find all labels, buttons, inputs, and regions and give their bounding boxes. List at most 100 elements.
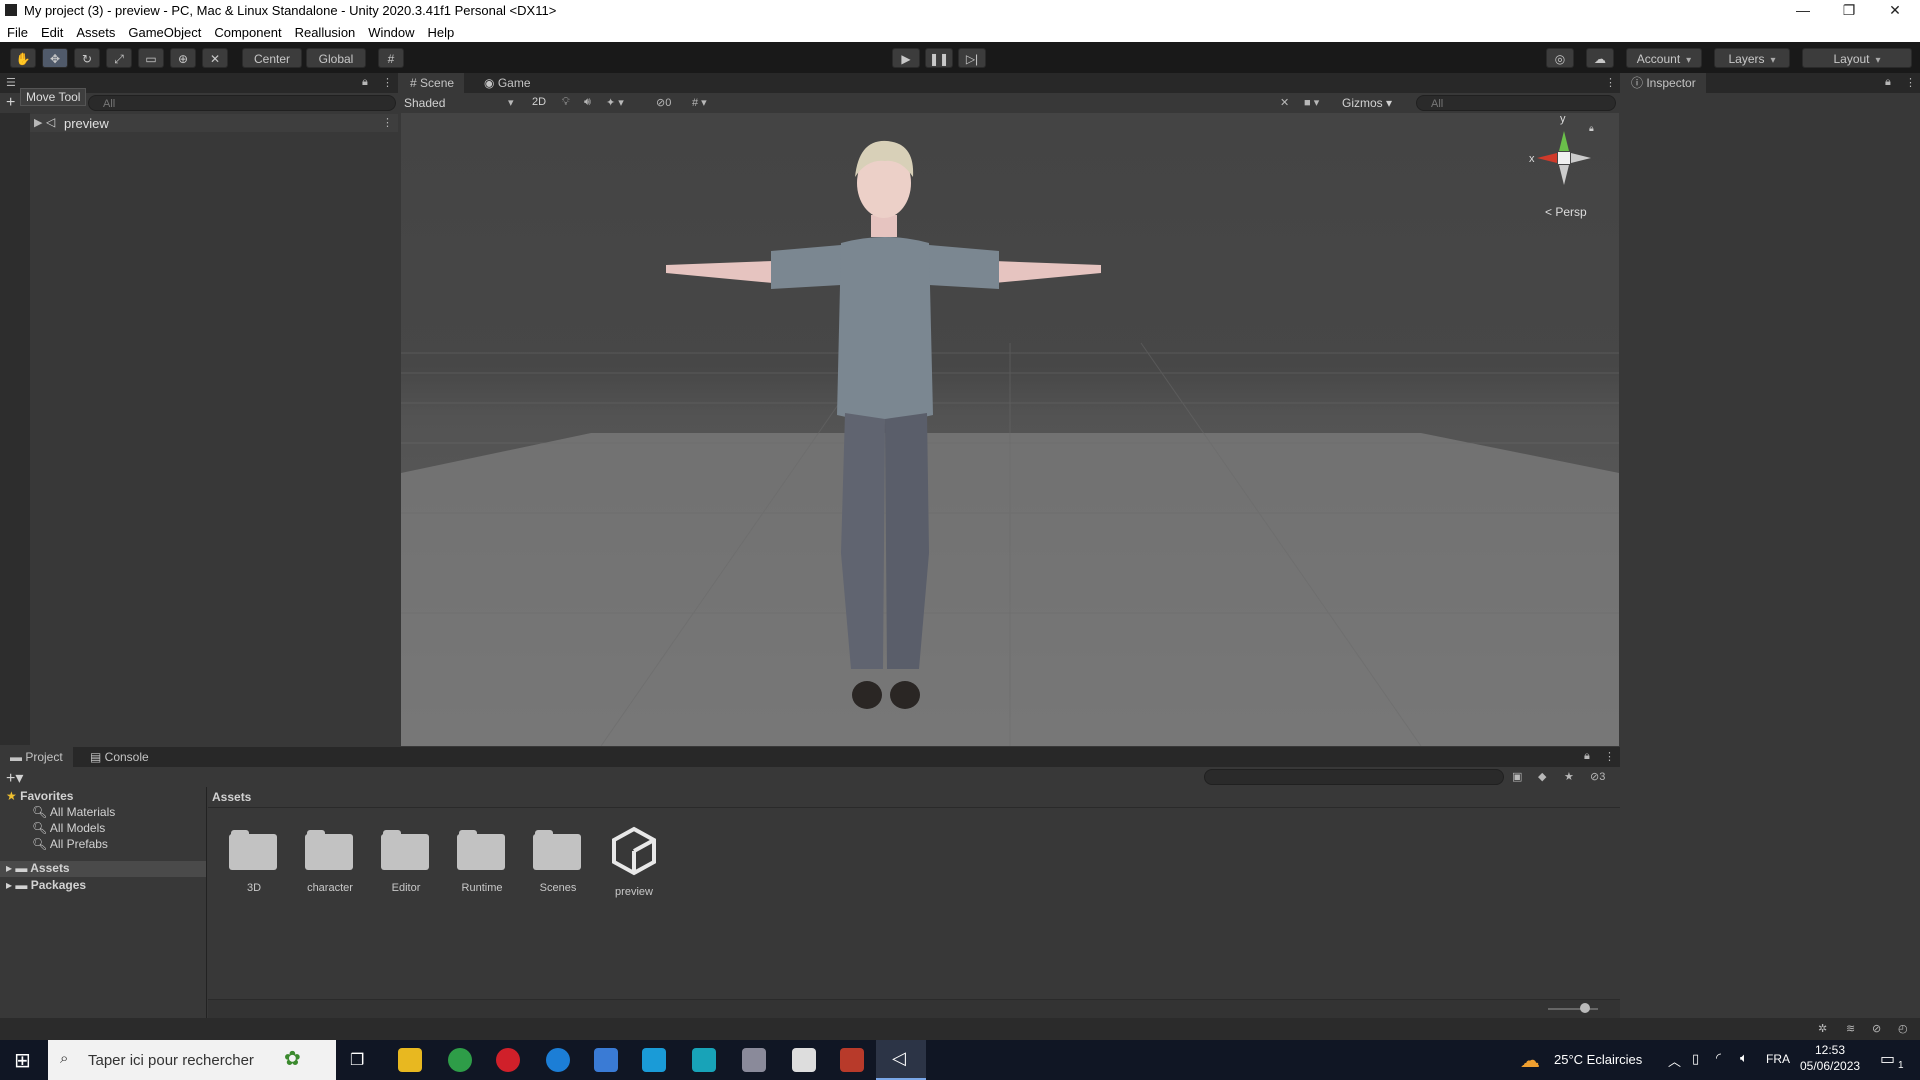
tray-chevron-icon[interactable]: ︿ bbox=[1668, 1051, 1681, 1070]
device-icon[interactable]: ▯ bbox=[1692, 1051, 1699, 1067]
fav-all-materials[interactable]: 🔍︎ All Materials bbox=[32, 805, 115, 819]
add-icon[interactable]: + bbox=[6, 94, 15, 112]
winrar-icon[interactable] bbox=[840, 1048, 864, 1072]
project-kebab-icon[interactable]: ⋮ bbox=[1604, 750, 1615, 763]
menu-gameobject[interactable]: GameObject bbox=[121, 22, 207, 40]
windows-start-icon[interactable]: ⊞ bbox=[14, 1048, 31, 1073]
fav-all-models[interactable]: 🔍︎ All Models bbox=[32, 821, 105, 835]
task-view-icon[interactable]: ❐ bbox=[350, 1050, 364, 1070]
tools-icon[interactable]: ✕ bbox=[1280, 96, 1289, 109]
volume-icon[interactable]: 🔈︎ bbox=[1740, 1050, 1748, 1066]
scene-row[interactable]: ▶ ◁ preview ⋮ bbox=[30, 114, 398, 132]
clock[interactable]: 12:53 05/06/2023 bbox=[1800, 1043, 1860, 1073]
space-toggle[interactable]: Global bbox=[306, 48, 366, 68]
tab-console[interactable]: ▤ Console bbox=[80, 747, 159, 767]
hidden-packages-icon[interactable]: ⊘3 bbox=[1590, 770, 1605, 783]
lighting-icon[interactable]: 💡︎ bbox=[562, 96, 570, 109]
pivot-toggle[interactable]: Center bbox=[242, 48, 302, 68]
scene-kebab-icon[interactable]: ⋮ bbox=[1605, 76, 1616, 89]
project-search-input[interactable] bbox=[1204, 769, 1504, 785]
app-icon[interactable] bbox=[742, 1048, 766, 1072]
taskbar-search-input[interactable]: ⌕ Taper ici pour rechercher ✿ bbox=[48, 1040, 336, 1080]
file-explorer-icon[interactable] bbox=[398, 1048, 422, 1072]
mudbox-icon[interactable] bbox=[692, 1048, 716, 1072]
grid-snap-icon[interactable]: # bbox=[378, 48, 404, 68]
menu-window[interactable]: Window bbox=[361, 22, 420, 40]
account-dropdown[interactable]: Account bbox=[1626, 48, 1702, 68]
tab-inspector[interactable]: ⓘ Inspector bbox=[1621, 73, 1706, 93]
create-icon[interactable]: +▾ bbox=[6, 768, 23, 788]
weather-text[interactable]: 25°C Eclaircies bbox=[1554, 1052, 1642, 1067]
minimize-button[interactable]: — bbox=[1780, 0, 1826, 22]
favorites-node[interactable]: ★ Favorites bbox=[6, 789, 73, 803]
filter-label-icon[interactable]: ◆ bbox=[1538, 770, 1546, 783]
layers-dropdown[interactable]: Layers bbox=[1714, 48, 1790, 68]
custom-tool-icon[interactable]: ✕ bbox=[202, 48, 228, 68]
auto-generate-icon[interactable]: ⊘ bbox=[1872, 1022, 1881, 1035]
network-icon[interactable]: ◜ bbox=[1716, 1050, 1721, 1066]
effects-icon[interactable]: ✦ ▾ bbox=[606, 96, 624, 109]
unity-hub-icon[interactable] bbox=[792, 1048, 816, 1072]
hierarchy-search-input[interactable]: All bbox=[88, 95, 396, 111]
hand-tool-icon[interactable]: ✋ bbox=[10, 48, 36, 68]
zoom-slider-thumb[interactable] bbox=[1580, 1003, 1590, 1013]
chrome-icon[interactable] bbox=[448, 1048, 472, 1072]
asset-folder-runtime[interactable]: Runtime bbox=[447, 820, 517, 894]
weather-icon[interactable]: ☁ bbox=[1520, 1048, 1540, 1073]
play-button[interactable]: ▶ bbox=[892, 48, 920, 68]
filter-type-icon[interactable]: ▣ bbox=[1512, 770, 1522, 783]
pause-button[interactable]: ❚❚ bbox=[925, 48, 953, 68]
project-lock-icon[interactable]: 🔒︎ bbox=[1584, 750, 1590, 763]
breadcrumb-assets[interactable]: Assets bbox=[212, 790, 251, 804]
maya-icon[interactable] bbox=[642, 1048, 666, 1072]
audio-icon[interactable]: 🔊︎ bbox=[584, 96, 591, 109]
asset-folder-editor[interactable]: Editor bbox=[371, 820, 441, 894]
inspector-lock-icon[interactable]: 🔒︎ bbox=[1885, 76, 1891, 89]
rect-tool-icon[interactable]: ▭ bbox=[138, 48, 164, 68]
step-button[interactable]: ▷| bbox=[958, 48, 986, 68]
move-tool-icon[interactable]: ✥ bbox=[42, 48, 68, 68]
gizmo-lock-icon[interactable]: 🔒︎ bbox=[1589, 123, 1594, 134]
debug-icon[interactable]: ✲ bbox=[1818, 1022, 1827, 1035]
restore-button[interactable]: ❐ bbox=[1826, 0, 1872, 22]
persp-toggle[interactable]: < Persp bbox=[1545, 205, 1587, 219]
scene-menu-icon[interactable]: ⋮ bbox=[382, 116, 393, 129]
gizmos-dropdown[interactable]: Gizmos ▾ bbox=[1342, 96, 1392, 110]
layers-status-icon[interactable]: ≋ bbox=[1846, 1022, 1855, 1035]
fav-all-prefabs[interactable]: 🔍︎ All Prefabs bbox=[32, 837, 108, 851]
favorite-star-icon[interactable]: ★ bbox=[1564, 770, 1574, 783]
menu-component[interactable]: Component bbox=[207, 22, 287, 40]
inspector-kebab-icon[interactable]: ⋮ bbox=[1905, 76, 1916, 89]
kebab-menu-icon[interactable]: ⋮ bbox=[382, 76, 393, 89]
menu-reallusion[interactable]: Reallusion bbox=[288, 22, 362, 40]
asset-scene-preview[interactable]: preview bbox=[599, 820, 669, 898]
menu-assets[interactable]: Assets bbox=[69, 22, 121, 40]
layout-dropdown[interactable]: Layout bbox=[1802, 48, 1912, 68]
notification-icon[interactable]: ▭ bbox=[1880, 1049, 1895, 1069]
store-icon[interactable] bbox=[594, 1048, 618, 1072]
expand-arrow-icon[interactable]: ▶ bbox=[34, 116, 42, 129]
tab-project[interactable]: ▬ Project bbox=[0, 747, 73, 767]
cloud-icon[interactable]: ☁ bbox=[1586, 48, 1614, 68]
close-button[interactable]: ✕ bbox=[1872, 0, 1918, 22]
menu-help[interactable]: Help bbox=[421, 22, 461, 40]
language-indicator[interactable]: FRA bbox=[1766, 1052, 1790, 1066]
orientation-gizmo[interactable]: y x 🔒︎ < Persp bbox=[1529, 113, 1599, 219]
lock-icon[interactable]: 🔒︎ bbox=[362, 76, 368, 89]
tree-packages[interactable]: ▸ ▬ Packages bbox=[0, 878, 206, 894]
hidden-objects-icon[interactable]: ⊘0 bbox=[656, 96, 671, 109]
camera-icon[interactable]: ■ ▾ bbox=[1304, 96, 1319, 109]
toggle-2d-button[interactable]: 2D bbox=[532, 96, 546, 108]
asset-folder-3d[interactable]: 3D bbox=[219, 820, 289, 894]
rotate-tool-icon[interactable]: ↻ bbox=[74, 48, 100, 68]
scene-search-input[interactable]: All bbox=[1416, 95, 1616, 111]
zoom-slider-track[interactable] bbox=[1548, 1008, 1598, 1010]
ccleaner-icon[interactable] bbox=[546, 1048, 570, 1072]
scene-viewport[interactable]: y x 🔒︎ < Persp bbox=[401, 113, 1619, 746]
asset-folder-character[interactable]: character bbox=[295, 820, 365, 894]
scale-tool-icon[interactable]: ⤢ bbox=[106, 48, 132, 68]
menu-edit[interactable]: Edit bbox=[34, 22, 69, 40]
progress-icon[interactable]: ◴ bbox=[1898, 1022, 1908, 1035]
tree-assets[interactable]: ▸ ▬ Assets bbox=[0, 861, 206, 877]
tab-scene[interactable]: # Scene bbox=[400, 73, 465, 93]
